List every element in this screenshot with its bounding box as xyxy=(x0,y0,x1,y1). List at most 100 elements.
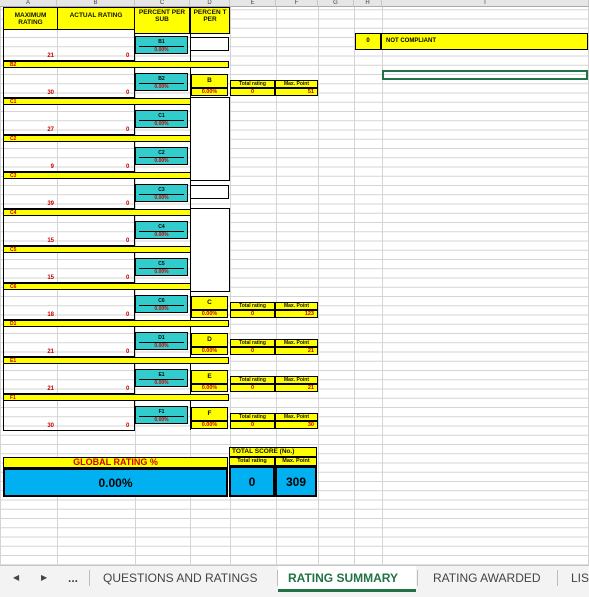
sub-code-box: C2 0.00% xyxy=(135,147,188,165)
sub-code: C6 xyxy=(158,298,165,304)
actual-rating-value: 0 xyxy=(126,90,130,96)
section-bar-label: C4 xyxy=(10,210,17,216)
max-rating-value: 9 xyxy=(50,164,54,170)
group-total-value: 0 xyxy=(230,384,275,392)
global-rating-value: 0.00% xyxy=(3,468,228,497)
section-bar-label: C6 xyxy=(10,284,17,290)
section-bar-label: F1 xyxy=(10,395,16,401)
column-header-a[interactable]: A xyxy=(0,0,57,7)
sub-percent: 0.00% xyxy=(139,379,184,386)
header-percent-per-sub: PERCENT PER SUB xyxy=(134,7,190,34)
max-rating-value: 27 xyxy=(47,127,54,133)
sub-code: C2 xyxy=(158,150,165,156)
group-percent: 0.00% xyxy=(191,310,228,318)
actual-rating-value: 0 xyxy=(126,386,130,392)
actual-rating-value: 0 xyxy=(126,127,130,133)
actual-rating-value: 0 xyxy=(126,349,130,355)
global-rating-label: GLOBAL RATING % xyxy=(3,457,228,468)
group-max-label: Max. Point xyxy=(275,339,318,347)
sub-percent: 0.00% xyxy=(139,83,184,90)
section-bar-label: C1 xyxy=(10,99,17,105)
percent-span-box xyxy=(190,208,230,292)
column-header-h[interactable]: H xyxy=(354,0,382,7)
sub-percent: 0.00% xyxy=(139,305,184,312)
max-rating-value: 18 xyxy=(47,312,54,318)
max-rating-value: 15 xyxy=(47,275,54,281)
sub-code: B1 xyxy=(158,39,165,45)
sub-code: E1 xyxy=(158,372,165,378)
group-max-value: 21 xyxy=(275,347,318,355)
sub-percent: 0.00% xyxy=(139,120,184,127)
sub-code: F1 xyxy=(158,409,165,415)
section-bar-label: D1 xyxy=(10,321,17,327)
sub-code: C3 xyxy=(158,187,165,193)
sub-percent: 0.00% xyxy=(139,268,184,275)
scroll-right-icon[interactable]: ▶ xyxy=(41,566,47,590)
column-header-b[interactable]: B xyxy=(57,0,135,7)
group-total-label: Total rating xyxy=(230,376,275,384)
tab-questions-and-ratings[interactable]: QUESTIONS AND RATINGS xyxy=(103,566,257,590)
max-rating-value: 39 xyxy=(47,201,54,207)
tab-separator xyxy=(417,570,418,586)
group-total-value: 0 xyxy=(230,88,275,96)
more-sheets-button[interactable]: ... xyxy=(68,566,78,590)
scroll-left-icon[interactable]: ◀ xyxy=(13,566,19,590)
section-bar-label: C5 xyxy=(10,247,17,253)
column-header-g[interactable]: G xyxy=(318,0,354,7)
tab-rating-summary[interactable]: RATING SUMMARY xyxy=(288,566,398,590)
section-bar-label: C3 xyxy=(10,173,17,179)
spreadsheet-grid[interactable]: A B C D E F G H I MAXIMUM RATING ACTUAL … xyxy=(0,0,589,565)
percent-empty-box xyxy=(190,37,229,51)
selected-cell[interactable] xyxy=(382,70,588,80)
group-percent: 0.00% xyxy=(191,421,228,429)
group-total-label: Total rating xyxy=(230,339,275,347)
tab-rating-awarded[interactable]: RATING AWARDED xyxy=(433,566,541,590)
column-header-e[interactable]: E xyxy=(230,0,276,7)
sub-code-box: C6 0.00% xyxy=(135,295,188,313)
section-bar xyxy=(3,357,229,364)
group-percent: 0.00% xyxy=(191,384,228,392)
group-max-label: Max. Point xyxy=(275,413,318,421)
sub-code: C5 xyxy=(158,261,165,267)
group-max-label: Max. Point xyxy=(275,80,318,88)
column-header-c[interactable]: C xyxy=(135,0,190,7)
col-line xyxy=(382,0,383,565)
sub-code: D1 xyxy=(158,335,165,341)
section-bar xyxy=(3,394,229,401)
actual-rating-value: 0 xyxy=(126,423,130,429)
status-value: 0 xyxy=(355,33,381,50)
sub-percent: 0.00% xyxy=(139,194,184,201)
max-rating-value: 30 xyxy=(47,90,54,96)
actual-rating-value: 0 xyxy=(126,201,130,207)
tab-lis[interactable]: LIS xyxy=(571,566,589,590)
group-letter: E xyxy=(191,370,228,384)
col-line xyxy=(354,0,355,565)
sub-percent: 0.00% xyxy=(139,157,184,164)
actual-rating-value: 0 xyxy=(126,238,130,244)
header-maximum-rating: MAXIMUM RATING xyxy=(3,7,58,30)
group-letter: F xyxy=(191,407,228,421)
section-bar xyxy=(3,61,229,68)
group-total-value: 0 xyxy=(230,421,275,429)
header-percent-per: PERCEN T PER xyxy=(190,7,230,34)
max-rating-value: 30 xyxy=(47,423,54,429)
sub-percent: 0.00% xyxy=(139,231,184,238)
group-total-label: Total rating xyxy=(230,80,275,88)
sub-code-box: C5 0.00% xyxy=(135,258,188,276)
sub-code-box: F1 0.00% xyxy=(135,406,188,424)
column-header-i[interactable]: I xyxy=(382,0,589,7)
column-header-d[interactable]: D xyxy=(190,0,230,7)
total-score-max-label: Max. Point xyxy=(275,457,317,466)
tab-separator xyxy=(89,570,90,586)
group-max-value: 21 xyxy=(275,384,318,392)
sub-code: C4 xyxy=(158,224,165,230)
column-header-f[interactable]: F xyxy=(276,0,318,7)
col-line xyxy=(318,0,319,565)
group-letter: D xyxy=(191,333,228,347)
sheet-tab-bar: ◀ ▶ ... QUESTIONS AND RATINGS RATING SUM… xyxy=(0,565,589,597)
section-bar-label: C2 xyxy=(10,136,17,142)
row-divider xyxy=(3,430,135,431)
sub-code-box: B1 0.00% xyxy=(135,36,188,54)
sub-code-box: E1 0.00% xyxy=(135,369,188,387)
sub-code: B2 xyxy=(158,76,165,82)
